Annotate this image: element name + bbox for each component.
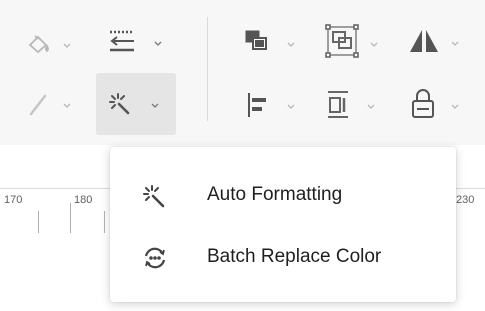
batch-replace-color-icon xyxy=(144,247,166,269)
distribute-icon xyxy=(328,91,348,118)
auto-format-dropdown-menu: Auto Formatting Batch Replace Color xyxy=(110,147,456,302)
line-style-icon xyxy=(110,30,134,52)
chevron-down-icon xyxy=(370,42,378,47)
lock-button[interactable] xyxy=(402,84,468,124)
ruler-tick xyxy=(70,203,71,233)
distribute-button[interactable] xyxy=(318,84,384,124)
align-button[interactable] xyxy=(238,86,304,124)
chevron-down-icon xyxy=(154,41,162,46)
fill-icon xyxy=(28,35,49,54)
ruler-tick xyxy=(104,211,105,233)
menu-item-auto-formatting[interactable]: Auto Formatting xyxy=(110,171,456,219)
chevron-down-icon xyxy=(63,103,71,108)
menu-item-label: Auto Formatting xyxy=(207,184,343,205)
auto-format-icon xyxy=(143,185,165,208)
chevron-down-icon xyxy=(151,103,159,108)
toolbar xyxy=(0,0,485,145)
line-style-button[interactable] xyxy=(100,22,164,62)
flip-icon xyxy=(410,30,438,52)
chevron-down-icon xyxy=(367,104,375,109)
group-button[interactable] xyxy=(318,22,384,62)
pen-icon xyxy=(29,94,47,116)
ruler-tick xyxy=(38,211,39,233)
chevron-down-icon xyxy=(287,42,295,47)
arrange-button[interactable] xyxy=(238,24,304,62)
arrange-icon xyxy=(245,30,267,50)
chevron-down-icon xyxy=(451,104,459,109)
align-left-icon xyxy=(248,93,266,117)
ruler-label: 230 xyxy=(456,194,475,206)
lock-icon xyxy=(412,89,434,118)
auto-format-icon xyxy=(109,93,130,115)
group-icon xyxy=(325,24,359,58)
menu-item-batch-replace-color[interactable]: Batch Replace Color xyxy=(110,233,456,281)
toolbar-separator xyxy=(207,17,208,121)
auto-format-button[interactable] xyxy=(96,73,176,135)
chevron-down-icon xyxy=(63,43,71,48)
chevron-down-icon xyxy=(451,41,459,46)
menu-item-label: Batch Replace Color xyxy=(207,246,382,267)
ruler-label: 170 xyxy=(4,194,23,206)
chevron-down-icon xyxy=(287,104,295,109)
pen-button[interactable] xyxy=(22,86,78,122)
flip-button[interactable] xyxy=(402,22,468,62)
fill-color-button[interactable] xyxy=(22,26,78,62)
ruler-label: 180 xyxy=(74,194,93,206)
